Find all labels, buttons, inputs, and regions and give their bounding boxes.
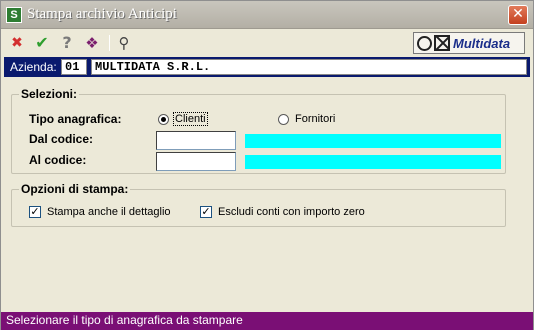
selezioni-title: Selezioni: <box>19 87 80 101</box>
al-codice-input[interactable] <box>156 152 236 171</box>
toolbar: ✖ ✔ ? ❖ ⚲ Multidata <box>1 30 533 56</box>
window-title: Stampa archivio Anticipi <box>27 6 177 22</box>
azienda-bar: Azienda: 01 MULTIDATA S.R.L. <box>4 57 530 77</box>
logo-cross-square-icon <box>434 35 450 51</box>
dialog-window: S Stampa archivio Anticipi ✕ ✖ ✔ ? ❖ ⚲ M… <box>0 0 534 330</box>
radio-clienti[interactable] <box>158 114 169 125</box>
azienda-label: Azienda: <box>10 60 57 74</box>
toolbar-separator <box>109 35 110 51</box>
opzioni-title: Opzioni di stampa: <box>19 182 131 196</box>
dal-codice-description <box>245 134 501 148</box>
dettaglio-checkbox[interactable]: ✓ <box>29 206 41 218</box>
radio-clienti-label[interactable]: Clienti <box>173 112 208 126</box>
confirm-icon[interactable]: ✔ <box>32 33 52 53</box>
al-codice-label: Al codice: <box>29 153 87 167</box>
title-bar[interactable]: S Stampa archivio Anticipi ✕ <box>1 1 533 29</box>
escludi-checkbox[interactable]: ✓ <box>200 206 212 218</box>
azienda-name-field: MULTIDATA S.R.L. <box>91 59 527 75</box>
logo-circle-icon <box>417 35 432 51</box>
radio-fornitori[interactable] <box>278 114 289 125</box>
al-codice-description <box>245 155 501 169</box>
opzioni-group: Opzioni di stampa: ✓ Stampa anche il det… <box>11 182 506 227</box>
help-icon[interactable]: ? <box>57 33 77 53</box>
selezioni-group: Selezioni: Tipo anagrafica: Clienti Forn… <box>11 87 506 174</box>
escludi-label[interactable]: Escludi conti con importo zero <box>218 206 365 218</box>
tipo-anagrafica-label: Tipo anagrafica: <box>29 112 122 126</box>
book-icon[interactable]: ❖ <box>82 33 102 53</box>
status-bar: Selezionare il tipo di anagrafica da sta… <box>1 312 533 330</box>
binoculars-icon[interactable]: ⚲ <box>114 33 134 53</box>
app-icon: S <box>6 7 22 23</box>
logo-text: Multidata <box>453 35 511 51</box>
close-button[interactable]: ✕ <box>508 5 528 25</box>
radio-fornitori-label[interactable]: Fornitori <box>295 113 335 125</box>
radio-clienti-text: Clienti <box>173 112 208 126</box>
cancel-icon[interactable]: ✖ <box>7 33 27 53</box>
azienda-code-field: 01 <box>61 59 87 75</box>
multidata-logo: Multidata <box>413 32 525 54</box>
dal-codice-input[interactable] <box>156 131 236 150</box>
dettaglio-label[interactable]: Stampa anche il dettaglio <box>47 206 171 218</box>
dal-codice-label: Dal codice: <box>29 132 94 146</box>
